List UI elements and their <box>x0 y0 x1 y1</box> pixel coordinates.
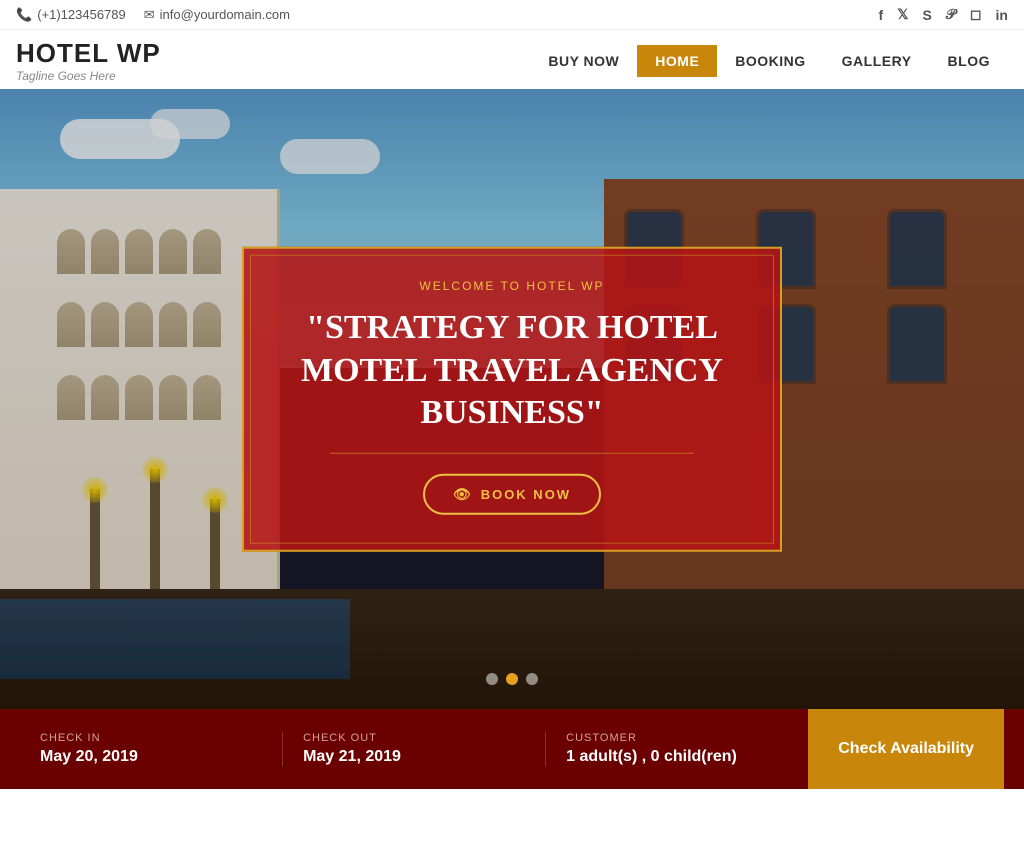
book-now-label: BOOK NOW <box>481 486 571 501</box>
phone-icon: 📞 <box>16 7 32 23</box>
email-icon: ✉ <box>144 7 155 23</box>
slide-dot-2[interactable] <box>506 673 518 685</box>
social-links: f 𝕏 S 𝒫 ◻ in <box>879 6 1008 23</box>
hero-text-box: WELCOME TO HOTEL WP "STRATEGY FOR HOTEL … <box>242 247 782 552</box>
booking-bar: CHECK IN May 20, 2019 CHECK OUT May 21, … <box>0 709 1024 789</box>
nav-blog[interactable]: BLOG <box>930 45 1008 77</box>
nav-booking[interactable]: BOOKING <box>717 45 823 77</box>
customer-label: CUSTOMER <box>566 732 788 744</box>
top-bar: 📞 (+1)123456789 ✉ info@yourdomain.com f … <box>0 0 1024 30</box>
hero-title: "STRATEGY FOR HOTEL MOTEL TRAVEL AGENCY … <box>284 307 740 435</box>
facebook-icon[interactable]: f <box>879 7 884 23</box>
phone-contact: 📞 (+1)123456789 <box>16 7 126 23</box>
eye-icon <box>453 485 473 502</box>
instagram-icon[interactable]: ◻ <box>970 6 982 23</box>
email-address: info@yourdomain.com <box>160 7 290 22</box>
nav-home[interactable]: HOME <box>637 45 717 77</box>
twitter-icon[interactable]: 𝕏 <box>897 6 908 23</box>
nav-gallery[interactable]: GALLERY <box>824 45 930 77</box>
slide-dot-3[interactable] <box>526 673 538 685</box>
logo: HOTEL WP Tagline Goes Here <box>16 38 161 83</box>
logo-title: HOTEL WP <box>16 38 161 69</box>
checkin-value: May 20, 2019 <box>40 748 262 766</box>
checkout-field[interactable]: CHECK OUT May 21, 2019 <box>283 732 546 766</box>
logo-tagline: Tagline Goes Here <box>16 69 161 83</box>
nav-buy-now[interactable]: BUY NOW <box>530 45 637 77</box>
skype-icon[interactable]: S <box>922 7 931 23</box>
phone-number: (+1)123456789 <box>37 7 126 22</box>
slide-dot-1[interactable] <box>486 673 498 685</box>
hero-subtitle: WELCOME TO HOTEL WP <box>284 279 740 293</box>
hero-section: WELCOME TO HOTEL WP "STRATEGY FOR HOTEL … <box>0 89 1024 709</box>
header: HOTEL WP Tagline Goes Here BUY NOW HOME … <box>0 30 1024 89</box>
checkout-value: May 21, 2019 <box>303 748 525 766</box>
main-nav: BUY NOW HOME BOOKING GALLERY BLOG <box>530 45 1008 77</box>
top-bar-contact: 📞 (+1)123456789 ✉ info@yourdomain.com <box>16 7 290 23</box>
customer-field[interactable]: CUSTOMER 1 adult(s) , 0 child(ren) <box>546 732 808 766</box>
checkin-field[interactable]: CHECK IN May 20, 2019 <box>20 732 283 766</box>
slider-dots <box>486 673 538 685</box>
pinterest-icon[interactable]: 𝒫 <box>946 6 956 23</box>
book-now-button[interactable]: BOOK NOW <box>423 473 601 514</box>
checkout-label: CHECK OUT <box>303 732 525 744</box>
checkin-label: CHECK IN <box>40 732 262 744</box>
email-contact: ✉ info@yourdomain.com <box>144 7 290 23</box>
hero-divider <box>330 452 695 453</box>
customer-value: 1 adult(s) , 0 child(ren) <box>566 748 788 766</box>
linkedin-icon[interactable]: in <box>996 7 1008 23</box>
check-availability-button[interactable]: Check Availability <box>808 709 1004 789</box>
